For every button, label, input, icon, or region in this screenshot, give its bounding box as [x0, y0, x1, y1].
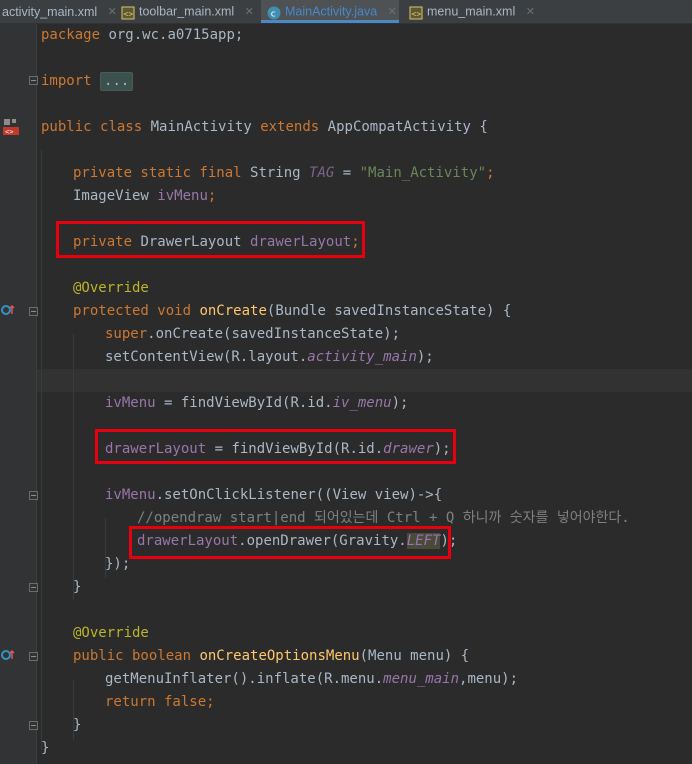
folded-imports[interactable]: ... — [100, 72, 134, 91]
code-line-17: ivMenu = findViewById(R.id.iv_menu); — [105, 395, 409, 411]
code-line-27: @Override — [73, 625, 149, 641]
svg-text:<>: <> — [124, 9, 134, 18]
code-line-28: public boolean onCreateOptionsMenu(Menu … — [73, 648, 470, 664]
fold-toggle-icon[interactable] — [29, 721, 38, 730]
code-line-30: return false; — [105, 694, 215, 710]
close-icon[interactable]: ✕ — [108, 1, 117, 23]
fold-toggle-icon[interactable] — [29, 307, 38, 316]
tab-label: menu_main.xml — [427, 4, 516, 19]
code-line-32: } — [41, 740, 50, 756]
tab-mainactivity-java[interactable]: c MainActivity.java ✕ — [261, 0, 399, 23]
code-line-3: import ... — [41, 70, 134, 93]
indent-guide — [41, 150, 42, 750]
code-line-13: protected void onCreate(Bundle savedInst… — [73, 303, 512, 319]
java-class-icon: c — [267, 5, 281, 20]
code-editor[interactable]: <> package org.wc.a0715app; import ... p… — [0, 24, 692, 764]
svg-text:<>: <> — [5, 128, 13, 136]
tab-toolbar-main-xml[interactable]: <> toolbar_main.xml ✕ — [121, 0, 257, 23]
current-line-highlight — [37, 369, 692, 392]
code-line-12: @Override — [73, 280, 149, 296]
editor-tab-bar: activity_main.xml ✕ <> toolbar_main.xml … — [0, 0, 692, 24]
tab-menu-main-xml[interactable]: <> menu_main.xml ✕ — [405, 0, 535, 23]
svg-text:<>: <> — [412, 9, 422, 18]
code-line-8: ImageView ivMenu; — [73, 188, 217, 204]
code-line-22: //opendraw start|end 되어있는데 Ctrl + Q 하니까 … — [137, 510, 630, 526]
code-line-1: package org.wc.a0715app; — [41, 27, 244, 43]
code-line-19: drawerLayout = findViewById(R.id.drawer)… — [105, 441, 451, 457]
code-line-25: } — [73, 579, 82, 595]
tab-label: activity_main.xml — [2, 4, 98, 19]
tab-label: toolbar_main.xml — [139, 4, 235, 19]
close-icon[interactable]: ✕ — [245, 1, 254, 23]
code-line-29: getMenuInflater().inflate(R.menu.menu_ma… — [105, 671, 519, 687]
xml-file-icon: <> — [409, 5, 423, 20]
android-activity-icon[interactable]: <> — [2, 118, 20, 140]
fold-toggle-icon[interactable] — [29, 491, 38, 500]
code-line-14: super.onCreate(savedInstanceState); — [105, 326, 401, 342]
code-line-15: setContentView(R.layout.activity_main); — [105, 349, 434, 365]
code-line-23: drawerLayout.openDrawer(Gravity.LEFT); — [137, 533, 458, 549]
code-line-10: private DrawerLayout drawerLayout; — [73, 234, 360, 250]
fold-toggle-icon[interactable] — [29, 652, 38, 661]
override-method-icon[interactable] — [1, 647, 15, 666]
tab-label: MainActivity.java — [285, 4, 378, 19]
code-line-7: private static final String TAG = "Main_… — [73, 165, 495, 181]
code-line-21: ivMenu.setOnClickListener((View view)->{ — [105, 487, 443, 503]
close-icon[interactable]: ✕ — [388, 1, 397, 23]
indent-guide — [73, 334, 74, 600]
fold-toggle-icon[interactable] — [29, 76, 38, 85]
code-line-5: public class MainActivity extends AppCom… — [41, 119, 488, 135]
close-icon[interactable]: ✕ — [526, 1, 535, 23]
xml-file-icon: <> — [121, 5, 135, 20]
tab-activity-main-xml[interactable]: activity_main.xml ✕ — [0, 0, 117, 23]
override-method-icon[interactable] — [1, 302, 15, 321]
svg-text:c: c — [271, 9, 276, 19]
code-line-31: } — [73, 717, 82, 733]
code-line-24: }); — [105, 556, 131, 572]
fold-toggle-icon[interactable] — [29, 583, 38, 592]
